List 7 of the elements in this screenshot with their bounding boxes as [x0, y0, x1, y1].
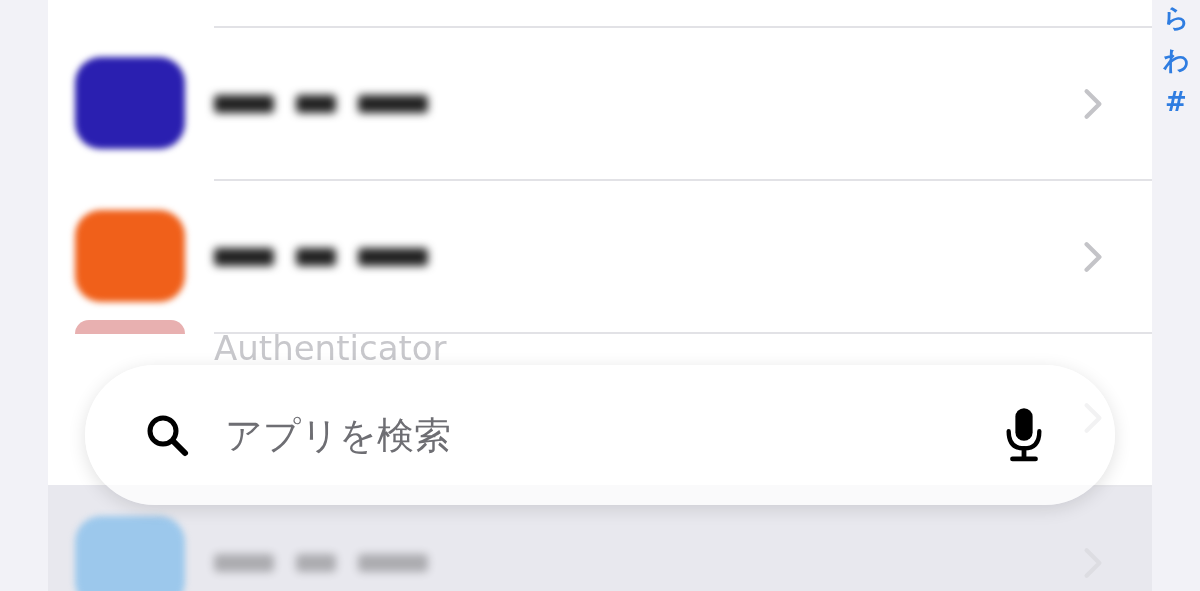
- app-icon[interactable]: [75, 56, 185, 149]
- index-letter[interactable]: #: [1165, 84, 1187, 120]
- index-letter[interactable]: わ: [1162, 42, 1190, 78]
- chevron-icon: [1082, 87, 1104, 120]
- index-letter[interactable]: ら: [1162, 0, 1190, 36]
- search-field[interactable]: アプリを検索: [223, 412, 969, 458]
- chevron-icon: [1082, 240, 1104, 273]
